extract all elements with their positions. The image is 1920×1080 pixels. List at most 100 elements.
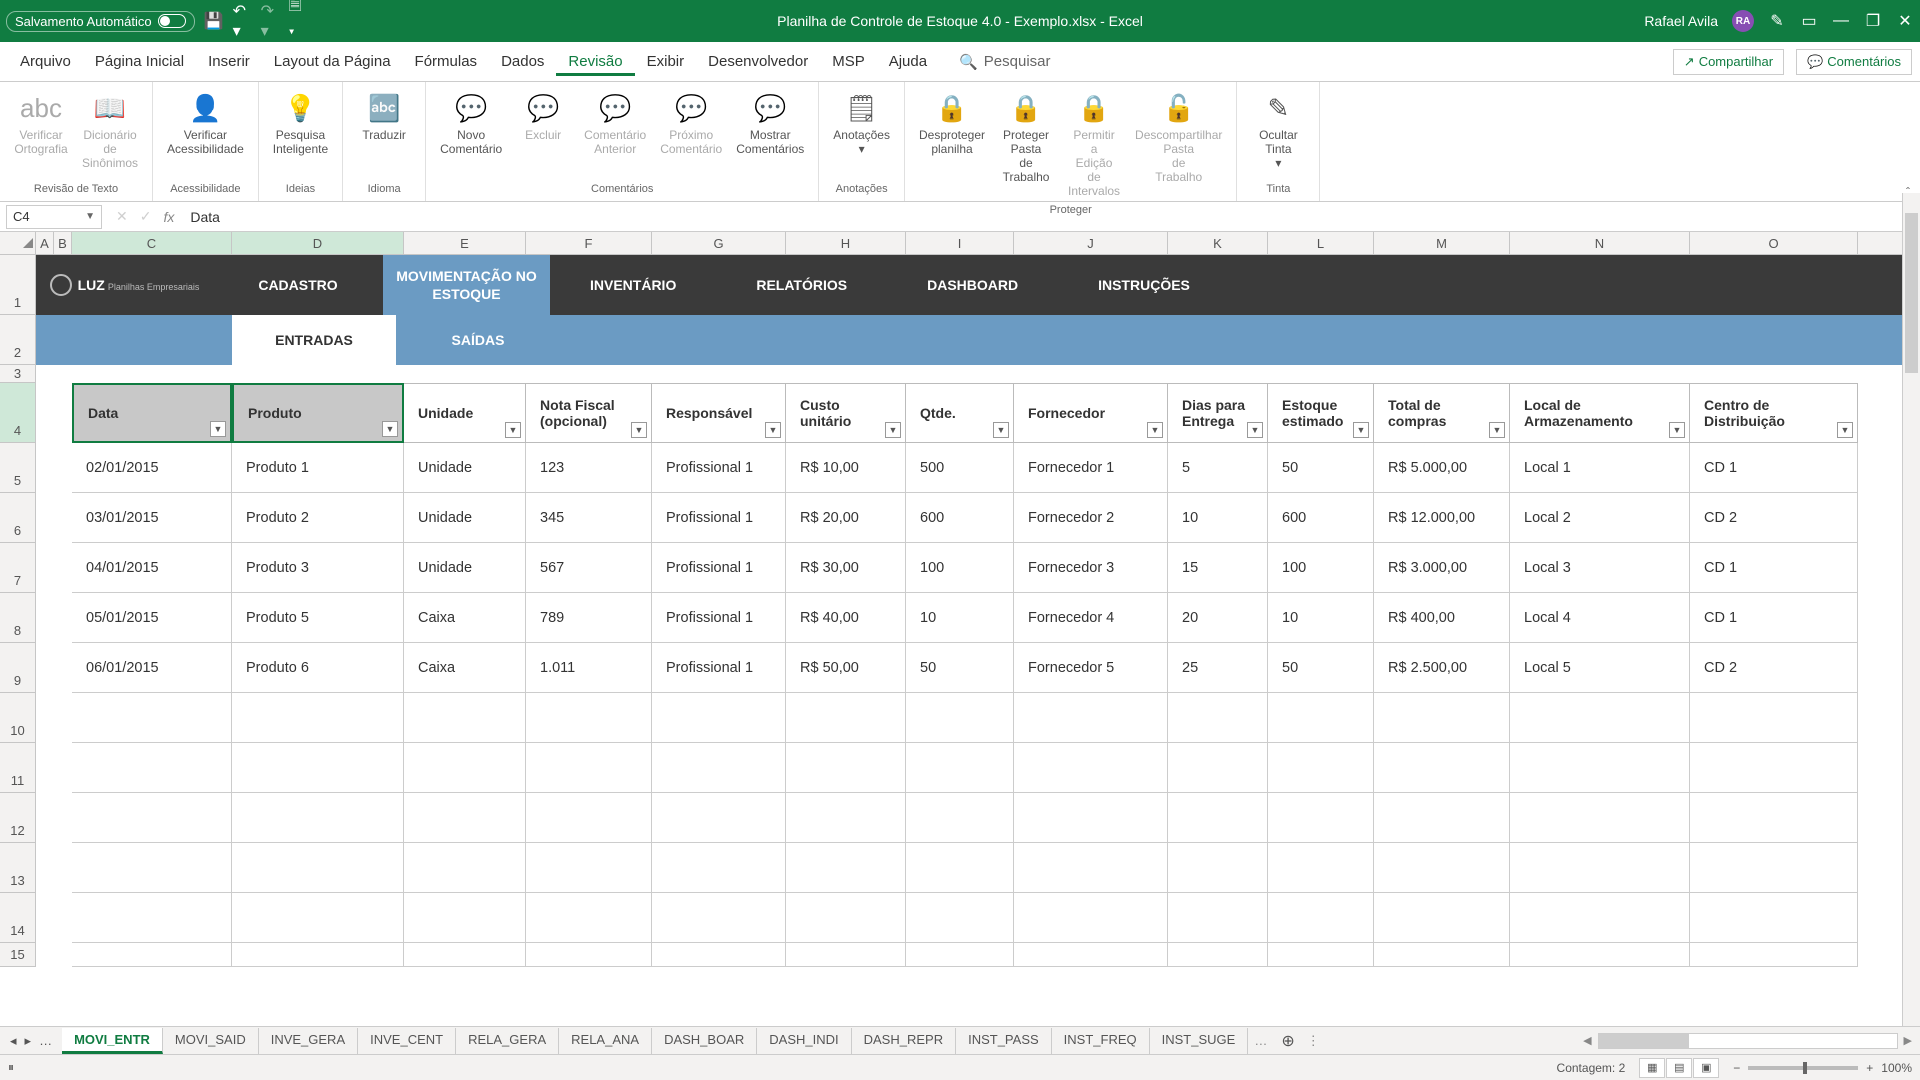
cell[interactable] — [1690, 893, 1858, 943]
row-header[interactable]: 2 — [0, 315, 36, 365]
table-header[interactable]: Responsável▼ — [652, 383, 786, 443]
cell[interactable]: Local 4 — [1510, 593, 1690, 643]
sheet-tab[interactable]: MOVI_ENTR — [62, 1028, 163, 1054]
col-header-B[interactable]: B — [54, 232, 72, 254]
table-header[interactable]: Local de Armazenamento▼ — [1510, 383, 1690, 443]
table-header[interactable]: Unidade▼ — [404, 383, 526, 443]
col-header-D[interactable]: D — [232, 232, 404, 254]
cell[interactable] — [1510, 943, 1690, 967]
menu-ajuda[interactable]: Ajuda — [877, 47, 939, 76]
ribbon-mode-icon[interactable]: ▭ — [1800, 12, 1818, 30]
cell[interactable] — [1510, 743, 1690, 793]
ribbon-desproteger-planilha[interactable]: 🔒Desprotegerplanilha — [913, 86, 991, 160]
nav-inventario[interactable]: INVENTÁRIO — [550, 255, 716, 315]
filter-dropdown-icon[interactable]: ▼ — [505, 422, 521, 438]
cell[interactable]: 10 — [1168, 493, 1268, 543]
cell[interactable] — [652, 693, 786, 743]
cell[interactable] — [1690, 943, 1858, 967]
cell[interactable]: R$ 30,00 — [786, 543, 906, 593]
col-header-H[interactable]: H — [786, 232, 906, 254]
cell[interactable]: Produto 1 — [232, 443, 404, 493]
table-header[interactable]: Estoque estimado▼ — [1268, 383, 1374, 443]
cell[interactable] — [906, 893, 1014, 943]
cell[interactable] — [1690, 793, 1858, 843]
filter-dropdown-icon[interactable]: ▼ — [1147, 422, 1163, 438]
subtab-saidas[interactable]: SAÍDAS — [396, 315, 560, 365]
row-header[interactable]: 10 — [0, 693, 36, 743]
cell[interactable] — [1014, 693, 1168, 743]
col-header-O[interactable]: O — [1690, 232, 1858, 254]
sheet-nav-more-icon[interactable]: … — [39, 1033, 52, 1049]
table-header[interactable]: Data▼ — [72, 383, 232, 443]
col-header-C[interactable]: C — [72, 232, 232, 254]
menu-exibir[interactable]: Exibir — [635, 47, 697, 76]
cell[interactable] — [404, 893, 526, 943]
nav-instrucoes[interactable]: INSTRUÇÕES — [1058, 255, 1230, 315]
filter-dropdown-icon[interactable]: ▼ — [1353, 422, 1369, 438]
cell[interactable] — [232, 793, 404, 843]
cell[interactable] — [1268, 943, 1374, 967]
filter-dropdown-icon[interactable]: ▼ — [993, 422, 1009, 438]
menu-frmulas[interactable]: Fórmulas — [403, 47, 490, 76]
cell[interactable] — [404, 793, 526, 843]
zoom-out-button[interactable]: − — [1733, 1061, 1740, 1075]
cell[interactable] — [906, 693, 1014, 743]
cell[interactable] — [786, 693, 906, 743]
table-header[interactable]: Dias para Entrega▼ — [1168, 383, 1268, 443]
cell[interactable]: Produto 6 — [232, 643, 404, 693]
cell[interactable] — [526, 793, 652, 843]
cell[interactable]: CD 1 — [1690, 443, 1858, 493]
cell[interactable]: 03/01/2015 — [72, 493, 232, 543]
cell[interactable]: Local 5 — [1510, 643, 1690, 693]
row-header[interactable]: 11 — [0, 743, 36, 793]
cell[interactable] — [1168, 893, 1268, 943]
ribbon-pesquisa-inteligente[interactable]: 💡PesquisaInteligente — [267, 86, 334, 160]
nav-dashboard[interactable]: DASHBOARD — [887, 255, 1058, 315]
cell[interactable]: Profissional 1 — [652, 593, 786, 643]
menu-desenvolvedor[interactable]: Desenvolvedor — [696, 47, 820, 76]
row-header[interactable]: 8 — [0, 593, 36, 643]
ribbon-mostrar-coment-rios[interactable]: 💬MostrarComentários — [730, 86, 810, 160]
col-header-A[interactable]: A — [36, 232, 54, 254]
cell[interactable]: R$ 5.000,00 — [1374, 443, 1510, 493]
cell[interactable]: R$ 10,00 — [786, 443, 906, 493]
cell[interactable] — [906, 943, 1014, 967]
cell[interactable] — [1268, 793, 1374, 843]
cell[interactable]: Produto 3 — [232, 543, 404, 593]
sheet-tab[interactable]: INST_SUGE — [1150, 1028, 1249, 1054]
sheet-tab[interactable]: INST_PASS — [956, 1028, 1052, 1054]
cell[interactable] — [72, 943, 232, 967]
cell[interactable] — [786, 893, 906, 943]
filter-dropdown-icon[interactable]: ▼ — [1669, 422, 1685, 438]
view-pagebreak-button[interactable]: ▣ — [1693, 1058, 1719, 1078]
cell[interactable]: Produto 2 — [232, 493, 404, 543]
cell[interactable]: Caixa — [404, 643, 526, 693]
cell[interactable] — [1374, 793, 1510, 843]
cell[interactable]: R$ 50,00 — [786, 643, 906, 693]
cell[interactable] — [1014, 843, 1168, 893]
cell[interactable] — [404, 743, 526, 793]
cell[interactable]: 100 — [1268, 543, 1374, 593]
table-header[interactable]: Centro de Distribuição▼ — [1690, 383, 1858, 443]
cell[interactable]: 50 — [906, 643, 1014, 693]
sheet-nav-first-icon[interactable]: ◂ — [10, 1033, 17, 1049]
filter-dropdown-icon[interactable]: ▼ — [631, 422, 647, 438]
cell[interactable] — [404, 943, 526, 967]
cell[interactable]: Fornecedor 2 — [1014, 493, 1168, 543]
nav-cadastro[interactable]: CADASTRO — [213, 255, 383, 315]
cell[interactable] — [652, 893, 786, 943]
view-layout-button[interactable]: ▤ — [1666, 1058, 1692, 1078]
cell[interactable] — [1014, 893, 1168, 943]
cell[interactable]: R$ 3.000,00 — [1374, 543, 1510, 593]
cell[interactable] — [72, 793, 232, 843]
cell[interactable] — [786, 943, 906, 967]
row-header[interactable]: 12 — [0, 793, 36, 843]
hscroll-left-icon[interactable]: ◀ — [1583, 1034, 1591, 1047]
cell[interactable] — [1510, 893, 1690, 943]
filter-dropdown-icon[interactable]: ▼ — [1489, 422, 1505, 438]
sheet-tab[interactable]: DASH_BOAR — [652, 1028, 757, 1054]
cell[interactable] — [526, 893, 652, 943]
menu-reviso[interactable]: Revisão — [556, 47, 634, 76]
nav-movimentacao[interactable]: MOVIMENTAÇÃO NO ESTOQUE — [383, 255, 550, 315]
row-header[interactable]: 4 — [0, 383, 36, 443]
